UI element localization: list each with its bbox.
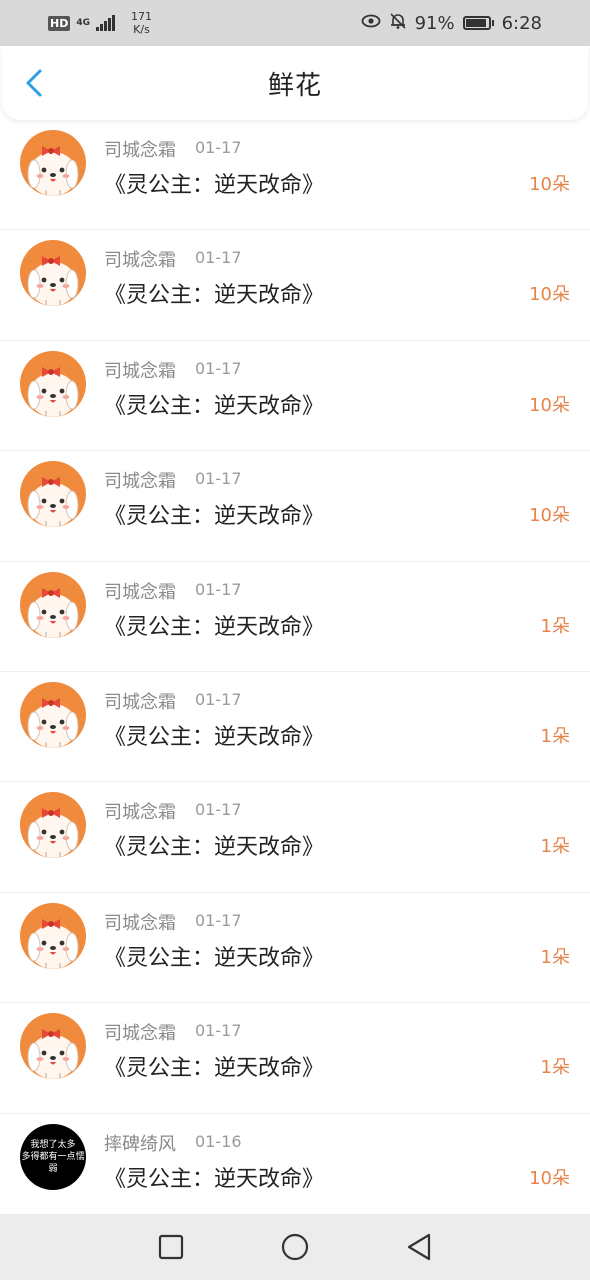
- book-title[interactable]: 《灵公主：逆天改命》: [104, 829, 324, 861]
- recents-square-icon: [158, 1234, 184, 1260]
- gift-date: 01-17: [195, 910, 242, 930]
- list-item[interactable]: 司城念霜 01-17 《灵公主：逆天改命》 1朵: [0, 672, 590, 783]
- list-item[interactable]: 司城念霜 01-17 《灵公主：逆天改命》 10朵: [0, 230, 590, 341]
- avatar-text: 多得都有一点懦弱: [21, 1151, 85, 1174]
- user-name: 司城念霜: [104, 912, 176, 934]
- status-left: HD 4G 171 K/s: [48, 10, 152, 36]
- user-name: 摔碑绮风: [104, 1133, 176, 1155]
- page-title: 鲜花: [267, 70, 322, 101]
- avatar[interactable]: [20, 1013, 86, 1080]
- avatar[interactable]: [20, 461, 86, 528]
- flower-count: 1朵: [540, 1057, 570, 1079]
- flower-count: 1朵: [540, 946, 570, 968]
- flower-count: 10朵: [529, 394, 570, 416]
- status-bar: HD 4G 171 K/s 91% 6:28: [0, 0, 590, 46]
- avatar[interactable]: [20, 240, 86, 307]
- user-name: 司城念霜: [104, 250, 176, 272]
- list-item[interactable]: 司城念霜 01-17 《灵公主：逆天改命》 1朵: [0, 782, 590, 893]
- flower-count: 1朵: [540, 836, 570, 858]
- book-title[interactable]: 《灵公主：逆天改命》: [104, 388, 324, 420]
- cartoon-dog-icon: [20, 571, 86, 638]
- user-name: 司城念霜: [104, 581, 176, 603]
- book-title[interactable]: 《灵公主：逆天改命》: [104, 498, 324, 530]
- gift-date: 01-17: [195, 469, 242, 489]
- cartoon-dog-icon: [20, 240, 86, 307]
- network-speed-unit: K/s: [133, 23, 150, 36]
- user-name: 司城念霜: [104, 802, 176, 824]
- user-name: 司城念霜: [104, 471, 176, 493]
- gift-date: 01-17: [195, 138, 242, 157]
- avatar[interactable]: [20, 571, 86, 638]
- list-item[interactable]: 司城念霜 01-17 《灵公主：逆天改命》 10朵: [0, 120, 590, 231]
- cartoon-dog-icon: [20, 1013, 86, 1080]
- list-item[interactable]: 司城念霜 01-17 《灵公主：逆天改命》 1朵: [0, 893, 590, 1004]
- battery-icon: [462, 16, 494, 30]
- battery-percent: 91%: [414, 12, 455, 34]
- header: 鲜花: [2, 46, 588, 120]
- user-name: 司城念霜: [104, 140, 176, 161]
- list-item[interactable]: 我想了太多 多得都有一点懦弱 摔碑绮风 01-16 《灵公主：逆天改命》 10朵: [0, 1114, 590, 1224]
- cartoon-dog-icon: [20, 350, 86, 417]
- recents-button[interactable]: [154, 1230, 188, 1264]
- flower-count: 10朵: [529, 284, 570, 306]
- cartoon-dog-icon: [20, 902, 86, 969]
- avatar-text: 我想了太多: [30, 1139, 76, 1150]
- book-title[interactable]: 《灵公主：逆天改命》: [104, 609, 324, 641]
- avatar[interactable]: [20, 792, 86, 859]
- gift-date: 01-17: [195, 1021, 242, 1041]
- flower-count: 10朵: [529, 174, 570, 195]
- cartoon-dog-icon: [20, 130, 86, 196]
- signal-icon: [96, 15, 115, 31]
- flower-count: 1朵: [540, 725, 570, 747]
- flower-count: 1朵: [540, 615, 570, 637]
- list-item[interactable]: 司城念霜 01-17 《灵公主：逆天改命》 10朵: [0, 451, 590, 562]
- user-name: 司城念霜: [104, 1023, 176, 1045]
- gift-date: 01-17: [195, 248, 242, 268]
- cartoon-dog-icon: [20, 792, 86, 859]
- bell-off-icon: [389, 12, 407, 35]
- gift-date: 01-17: [195, 579, 242, 599]
- cartoon-dog-icon: [20, 681, 86, 748]
- network-type: 4G: [76, 17, 90, 28]
- book-title[interactable]: 《灵公主：逆天改命》: [104, 1161, 324, 1193]
- hd-badge: HD: [48, 15, 71, 31]
- gift-date: 01-17: [195, 800, 242, 820]
- home-circle-icon: [281, 1233, 309, 1261]
- avatar[interactable]: [20, 681, 86, 748]
- book-title[interactable]: 《灵公主：逆天改命》: [104, 167, 324, 199]
- book-title[interactable]: 《灵公主：逆天改命》: [104, 940, 324, 972]
- gift-date: 01-17: [195, 689, 242, 709]
- back-nav-button[interactable]: [402, 1230, 436, 1264]
- user-name: 司城念霜: [104, 360, 176, 382]
- cartoon-dog-icon: [20, 461, 86, 528]
- home-button[interactable]: [278, 1230, 312, 1264]
- list-item[interactable]: 司城念霜 01-17 《灵公主：逆天改命》 1朵: [0, 1003, 590, 1114]
- system-nav-bar: [0, 1214, 590, 1280]
- back-triangle-icon: [407, 1233, 431, 1261]
- gift-date: 01-16: [195, 1131, 242, 1151]
- gift-date: 01-17: [195, 358, 242, 378]
- flower-count: 10朵: [529, 1167, 570, 1189]
- chevron-left-icon: [26, 69, 42, 97]
- avatar[interactable]: [20, 130, 86, 196]
- book-title[interactable]: 《灵公主：逆天改命》: [104, 1050, 324, 1082]
- status-right: 91% 6:28: [361, 12, 542, 35]
- network-speed-value: 171: [131, 10, 152, 23]
- avatar[interactable]: 我想了太多 多得都有一点懦弱: [20, 1123, 86, 1190]
- list-item[interactable]: 司城念霜 01-17 《灵公主：逆天改命》 1朵: [0, 562, 590, 672]
- back-button[interactable]: [20, 68, 50, 98]
- eye-icon: [361, 13, 381, 34]
- network-speed: 171 K/s: [131, 10, 152, 36]
- list-item[interactable]: 司城念霜 01-17 《灵公主：逆天改命》 10朵: [0, 341, 590, 452]
- user-name: 司城念霜: [104, 691, 176, 713]
- avatar[interactable]: [20, 902, 86, 969]
- clock: 6:28: [501, 12, 542, 34]
- book-title[interactable]: 《灵公主：逆天改命》: [104, 719, 324, 751]
- avatar[interactable]: [20, 350, 86, 417]
- book-title[interactable]: 《灵公主：逆天改命》: [104, 277, 324, 309]
- flower-count: 10朵: [529, 505, 570, 527]
- flower-record-list[interactable]: 司城念霜 01-17 《灵公主：逆天改命》 10朵 司城念霜 01-17 《灵公主：逆天改命…: [0, 120, 590, 1224]
